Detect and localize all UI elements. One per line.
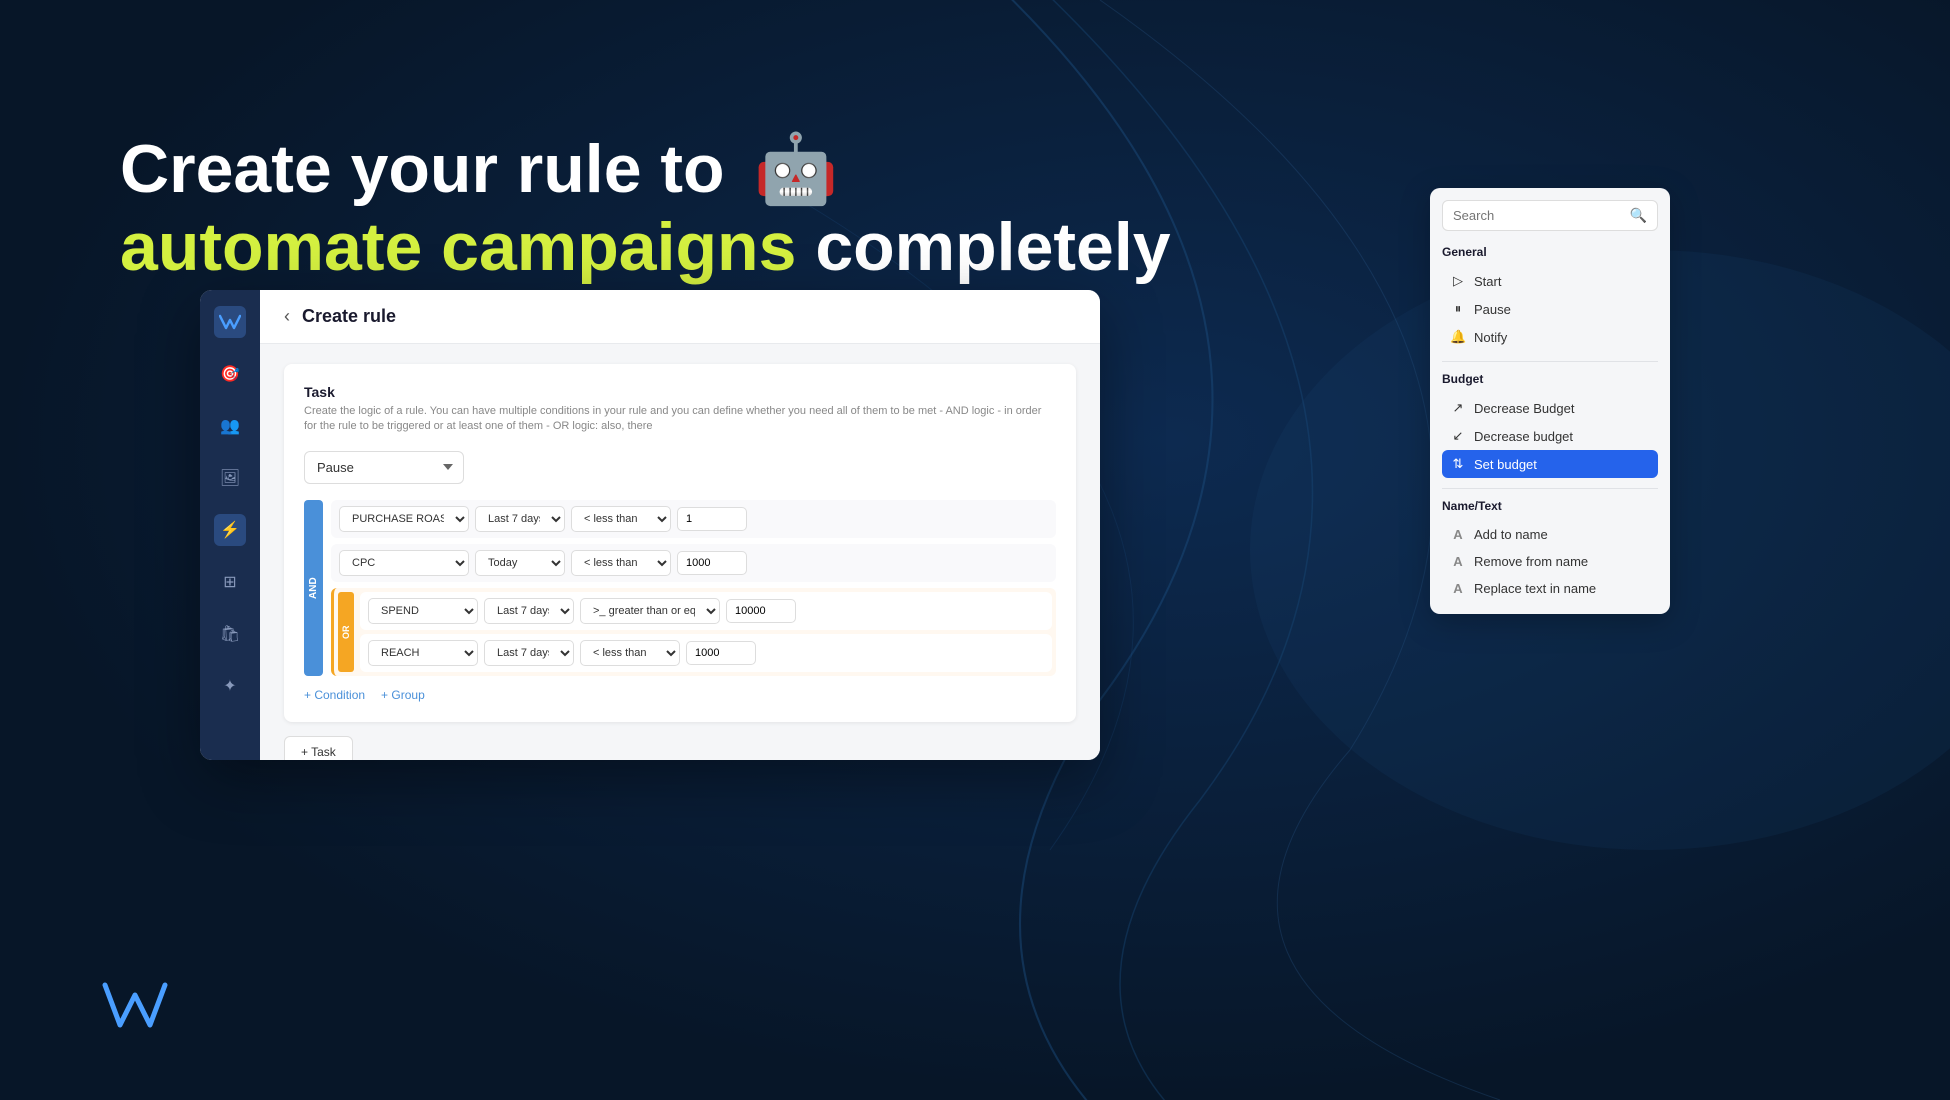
start-icon: ▷ [1450,273,1466,289]
remove-from-name-icon: A [1450,554,1466,569]
sidebar-icon-settings[interactable]: ✦ [214,670,246,702]
page-title: Create rule [302,306,396,327]
app-window: 🎯 👥 🖼 ⚡ ⊞ 🛍 ✦ ‹ Create rule Task Create … [200,290,1100,760]
dp-item-label-notify: Notify [1474,330,1507,345]
condition-row: CPC Today < less than [331,544,1056,582]
condition-period-2[interactable]: Today [475,550,565,576]
main-content: ‹ Create rule Task Create the logic of a… [260,290,1100,760]
hero-robot-emoji: 🤖 [754,131,839,207]
dp-item-decrease-budget-lower[interactable]: ↙ Decrease budget [1442,422,1658,450]
task-section-label: Task [304,384,1056,400]
decrease-budget-upper-icon: ↗ [1450,400,1466,416]
sidebar-icon-campaigns[interactable]: 🎯 [214,358,246,390]
decrease-budget-lower-icon: ↙ [1450,428,1466,444]
condition-metric-1[interactable]: PURCHASE ROAS [339,506,469,532]
condition-value-2[interactable] [677,551,747,575]
section-label-name-text: Name/Text [1442,499,1658,513]
task-section: Task Create the logic of a rule. You can… [284,364,1076,722]
set-budget-icon: ⇅ [1450,456,1466,472]
dp-item-add-to-name[interactable]: A Add to name [1442,521,1658,548]
dropdown-panel: 🔍 General ▷ Start ⏸ Pause 🔔 Notify Budge… [1430,188,1670,614]
search-input[interactable] [1453,208,1630,223]
sidebar-logo[interactable] [214,306,246,338]
add-to-name-icon: A [1450,527,1466,542]
hero-line2-highlight: automate campaigns [120,209,796,285]
back-button[interactable]: ‹ [284,306,290,327]
conditions-area: AND PURCHASE ROAS Last 7 days < less tha [304,500,1056,676]
notify-icon: 🔔 [1450,329,1466,345]
or-condition-value-2[interactable] [686,641,756,665]
condition-row: PURCHASE ROAS Last 7 days < less than [331,500,1056,538]
hero-line2-rest: completely [796,209,1170,285]
section-label-budget: Budget [1442,372,1658,386]
section-label-general: General [1442,245,1658,259]
or-condition-metric-1[interactable]: SPEND [368,598,478,624]
or-condition-period-1[interactable]: Last 7 days [484,598,574,624]
and-label: AND [304,500,323,676]
bottom-logo [100,975,180,1040]
page-header: ‹ Create rule [260,290,1100,344]
dp-item-start[interactable]: ▷ Start [1442,267,1658,295]
divider-1 [1442,361,1658,362]
search-icon: 🔍 [1630,207,1647,224]
task-section-desc: Create the logic of a rule. You can have… [304,404,1056,435]
divider-2 [1442,488,1658,489]
dp-item-set-budget[interactable]: ⇅ Set budget [1442,450,1658,478]
dp-item-label-start: Start [1474,274,1501,289]
or-conditions: SPEND Last 7 days >_ greater than or equ… [360,592,1052,672]
condition-operator-2[interactable]: < less than [571,550,671,576]
hero-section: Create your rule to 🤖 automate campaigns… [120,130,1171,286]
or-condition-operator-2[interactable]: < less than [580,640,680,666]
add-group-button[interactable]: + Group [381,688,425,702]
dp-item-remove-from-name[interactable]: A Remove from name [1442,548,1658,575]
dp-item-label-replace-text: Replace text in name [1474,581,1596,596]
dp-item-label-set-budget: Set budget [1474,457,1537,472]
dp-item-pause[interactable]: ⏸ Pause [1442,295,1658,323]
sidebar-icon-catalog[interactable]: 🛍 [214,618,246,650]
hero-line1-text: Create your rule to [120,131,725,207]
add-row: + Condition + Group [304,688,1056,702]
dp-item-label-add-to-name: Add to name [1474,527,1548,542]
dropdown-search-container: 🔍 [1442,200,1658,231]
pause-icon: ⏸ [1450,301,1466,317]
or-condition-period-2[interactable]: Last 7 days [484,640,574,666]
or-condition-metric-2[interactable]: REACH [368,640,478,666]
dp-item-label-decrease-budget-upper: Decrease Budget [1474,401,1574,416]
task-type-dropdown[interactable]: Pause [304,451,464,484]
or-label: OR [338,592,354,672]
sidebar: 🎯 👥 🖼 ⚡ ⊞ 🛍 ✦ [200,290,260,760]
add-task-button[interactable]: + Task [284,736,353,760]
sidebar-icon-grid[interactable]: ⊞ [214,566,246,598]
or-group: OR SPEND Last 7 days [331,588,1056,676]
condition-period-1[interactable]: Last 7 days [475,506,565,532]
or-condition-row: REACH Last 7 days < less than [360,634,1052,672]
condition-operator-1[interactable]: < less than [571,506,671,532]
dp-item-replace-text[interactable]: A Replace text in name [1442,575,1658,602]
add-condition-button[interactable]: + Condition [304,688,365,702]
dp-item-label-remove-from-name: Remove from name [1474,554,1588,569]
condition-metric-2[interactable]: CPC [339,550,469,576]
or-condition-value-1[interactable] [726,599,796,623]
conditions-list: PURCHASE ROAS Last 7 days < less than [331,500,1056,676]
dp-item-label-pause: Pause [1474,302,1511,317]
condition-value-1[interactable] [677,507,747,531]
sidebar-icon-media[interactable]: 🖼 [214,462,246,494]
dp-item-decrease-budget-upper[interactable]: ↗ Decrease Budget [1442,394,1658,422]
sidebar-icon-audiences[interactable]: 👥 [214,410,246,442]
replace-text-icon: A [1450,581,1466,596]
page-body: Task Create the logic of a rule. You can… [260,344,1100,760]
dp-item-notify[interactable]: 🔔 Notify [1442,323,1658,351]
dp-item-label-decrease-budget-lower: Decrease budget [1474,429,1573,444]
or-condition-operator-1[interactable]: >_ greater than or equal [580,598,720,624]
sidebar-icon-automation[interactable]: ⚡ [214,514,246,546]
or-condition-row: SPEND Last 7 days >_ greater than or equ… [360,592,1052,630]
